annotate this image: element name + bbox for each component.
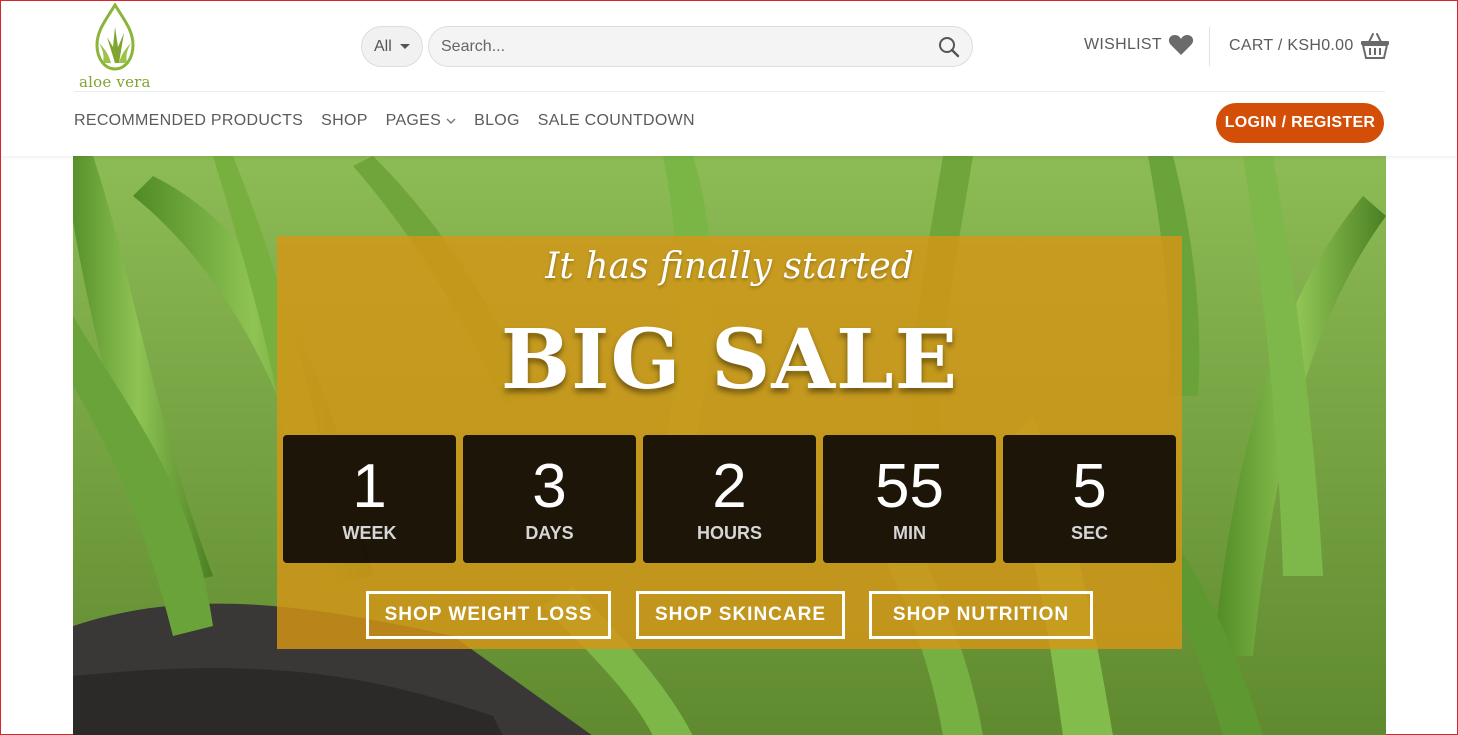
- countdown-value: 55: [875, 452, 944, 521]
- nav-item-blog[interactable]: BLOG: [474, 112, 520, 130]
- nav-item-recommended-products[interactable]: RECOMMENDED PRODUCTS: [74, 112, 303, 130]
- header-divider: [1209, 27, 1210, 66]
- countdown-timer: 1 WEEK 3 DAYS 2 HOURS 55 MIN 5 SEC: [283, 435, 1176, 563]
- nav-item-pages[interactable]: PAGES: [386, 112, 456, 130]
- search-icon[interactable]: [938, 36, 960, 58]
- wishlist-link[interactable]: WISHLIST: [1084, 33, 1194, 57]
- site-header: aloe vera All WISHLIST CART / KSH0.00: [1, 1, 1457, 156]
- nav-item-label: RECOMMENDED PRODUCTS: [74, 112, 304, 129]
- hero-banner: It has finally started BIG SALE 1 WEEK 3…: [73, 156, 1386, 735]
- countdown-unit: SEC: [1070, 523, 1108, 543]
- countdown-value: 2: [712, 452, 747, 521]
- nav-item-label: SHOP: [321, 112, 368, 129]
- category-select[interactable]: All: [361, 26, 423, 67]
- countdown-value: 1: [352, 452, 387, 521]
- wishlist-label: WISHLIST: [1084, 36, 1162, 53]
- countdown-value: 5: [1072, 452, 1107, 521]
- cart-label: CART / KSH0.00: [1229, 37, 1354, 54]
- nav-item-sale-countdown[interactable]: SALE COUNTDOWN: [538, 112, 695, 130]
- heart-icon: [1168, 35, 1194, 55]
- basket-icon: [1360, 33, 1389, 59]
- chevron-down-icon: [446, 118, 456, 124]
- cart-link[interactable]: CART / KSH0.00: [1229, 32, 1390, 60]
- aloe-logo-icon: [95, 3, 135, 71]
- countdown-value: 3: [532, 452, 567, 521]
- countdown-min: 55 MIN: [823, 435, 996, 563]
- shop-skincare-button[interactable]: SHOP SKINCARE: [636, 591, 845, 639]
- countdown-unit: WEEK: [342, 523, 397, 543]
- countdown-unit: MIN: [893, 523, 926, 543]
- caret-down-icon: [399, 44, 410, 49]
- logo-text: aloe vera: [79, 73, 151, 91]
- category-select-value: All: [374, 37, 392, 55]
- countdown-days: 3 DAYS: [463, 435, 636, 563]
- search-field: [428, 26, 973, 67]
- shop-nutrition-button[interactable]: SHOP NUTRITION: [869, 591, 1093, 639]
- sale-tagline: It has finally started: [545, 246, 914, 287]
- countdown-sec: 5 SEC: [1003, 435, 1176, 563]
- nav-item-label: PAGES: [385, 112, 442, 129]
- login-register-button[interactable]: LOGIN / REGISTER: [1216, 103, 1384, 143]
- nav-item-label: BLOG: [474, 112, 520, 129]
- nav-item-shop[interactable]: SHOP: [321, 112, 368, 130]
- header-separator: [74, 91, 1385, 92]
- nav-item-label: SALE COUNTDOWN: [537, 112, 695, 129]
- countdown-unit: DAYS: [525, 523, 574, 543]
- main-nav: RECOMMENDED PRODUCTS SHOP PAGES BLOG SAL…: [74, 112, 713, 130]
- search-input[interactable]: [441, 27, 921, 66]
- countdown-hours: 2 HOURS: [643, 435, 816, 563]
- shop-weight-loss-button[interactable]: SHOP WEIGHT LOSS: [366, 591, 611, 639]
- sale-headline: BIG SALE: [500, 312, 959, 408]
- countdown-week: 1 WEEK: [283, 435, 456, 563]
- site-logo[interactable]: aloe vera: [77, 3, 157, 93]
- countdown-unit: HOURS: [696, 523, 762, 543]
- sale-panel: It has finally started BIG SALE 1 WEEK 3…: [277, 236, 1182, 649]
